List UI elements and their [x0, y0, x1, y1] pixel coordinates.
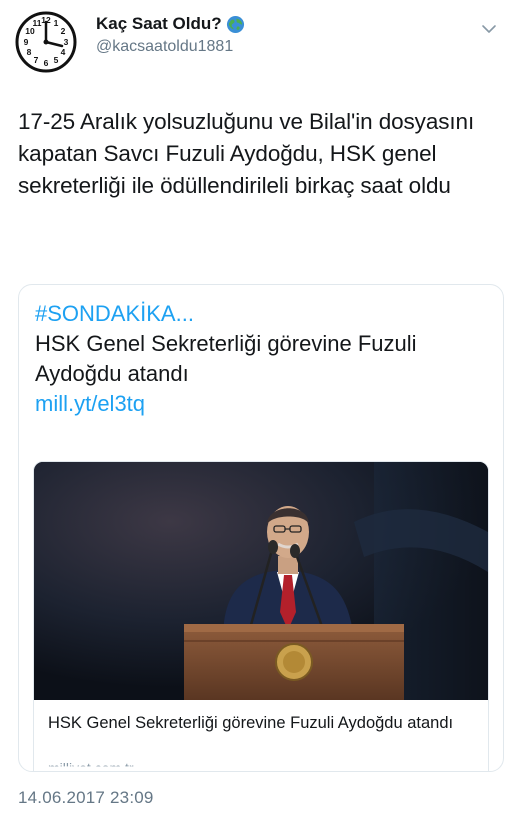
display-name-row[interactable]: Kaç Saat Oldu? [96, 14, 245, 34]
clock-numeral: 5 [54, 55, 59, 65]
quoted-tweet-body: #SONDAKİKA... HSK Genel Sekreterliği gör… [35, 299, 485, 419]
clock-numeral: 9 [24, 37, 29, 47]
clock-numeral: 8 [27, 47, 32, 57]
news-photo [34, 462, 488, 700]
avatar[interactable]: 12 1 2 3 4 5 6 7 8 9 10 11 [12, 8, 80, 76]
user-names: Kaç Saat Oldu? @kacsaatoldu1881 [96, 14, 245, 56]
hashtag-link[interactable]: #SONDAKİKA... [35, 299, 485, 329]
globe-icon [226, 15, 244, 33]
clock-numeral: 4 [61, 47, 66, 57]
quoted-tweet-text: HSK Genel Sekreterliği görevine Fuzuli A… [35, 331, 417, 386]
clock-numeral: 11 [33, 18, 42, 28]
clock-icon: 12 1 2 3 4 5 6 7 8 9 10 11 [13, 9, 79, 75]
tweet-text: 17-25 Aralık yolsuzluğunu ve Bilal'in do… [18, 109, 475, 198]
handle[interactable]: @kacsaatoldu1881 [96, 38, 245, 56]
display-name[interactable]: Kaç Saat Oldu? [96, 14, 222, 34]
tweet-header: 12 1 2 3 4 5 6 7 8 9 10 11 Kaç Saat Oldu… [12, 6, 502, 76]
chevron-down-icon[interactable] [480, 20, 498, 38]
clock-numeral: 6 [44, 58, 49, 68]
short-link[interactable]: mill.yt/el3tq [35, 389, 485, 419]
tweet-timestamp[interactable]: 14.06.2017 23:09 [18, 788, 154, 808]
quoted-tweet-card[interactable]: #SONDAKİKA... HSK Genel Sekreterliği gör… [18, 284, 504, 772]
clock-numeral: 1 [54, 18, 59, 28]
clock-numeral: 7 [34, 55, 39, 65]
clock-numeral: 3 [64, 37, 69, 47]
link-preview-domain: milliyet.com.tr [48, 760, 134, 772]
link-preview-card[interactable]: HSK Genel Sekreterliği görevine Fuzuli A… [33, 461, 489, 772]
clock-numeral: 2 [61, 26, 66, 36]
link-preview-title[interactable]: HSK Genel Sekreterliği görevine Fuzuli A… [48, 712, 468, 734]
